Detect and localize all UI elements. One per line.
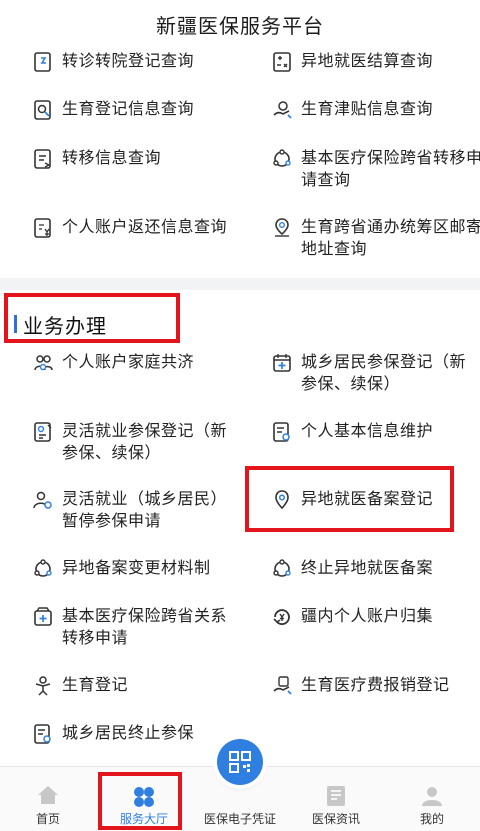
business-item-cross-province-relation[interactable]: 基本医疗保险跨省关系转移申请: [32, 605, 232, 649]
business-item-terminate-enrollment[interactable]: 城乡居民终止参保: [32, 722, 257, 745]
query-item-mailing-address[interactable]: 生育跨省通办统筹区邮寄地址查询: [271, 216, 480, 260]
search-document-icon: [34, 100, 51, 120]
query-item-account-refund[interactable]: 个人账户返还信息查询: [32, 216, 257, 239]
query-item-cross-province-transfer[interactable]: 基本医疗保险跨省转移申请查询: [271, 147, 480, 191]
query-item-remote-settlement[interactable]: 异地就医结算查询: [271, 50, 480, 73]
cycle-arrows-icon: [273, 149, 291, 167]
calculator-icon: [273, 52, 291, 72]
business-item-terminate-filing[interactable]: 终止异地就医备案: [271, 557, 480, 580]
cycle-arrows-icon: [34, 559, 52, 577]
tab-home[interactable]: 首页: [0, 767, 96, 831]
business-item-filing-change[interactable]: 异地备案变更材料制: [32, 557, 257, 580]
query-item-referral[interactable]: 转诊转院登记查询: [32, 50, 257, 73]
user-icon: [422, 787, 442, 806]
highlight-box-service-hall: [98, 772, 182, 830]
document-list-icon: [34, 149, 51, 169]
business-item-birth-expense-claim[interactable]: 生育医疗费报销登记: [271, 674, 480, 697]
document-settings-icon: [273, 422, 290, 442]
family-icon: [34, 355, 53, 371]
document-transfer-icon: [34, 52, 51, 72]
edit-document-icon: [34, 422, 52, 442]
refresh-yuan-icon: [273, 609, 290, 625]
e-voucher-fab[interactable]: [217, 739, 263, 785]
business-item-flexible-enrollment[interactable]: 灵活就业参保登记（新参保、续保）: [32, 420, 232, 464]
baby-icon: [35, 676, 51, 696]
user-settings-icon: [33, 491, 52, 509]
business-item-birth-registration[interactable]: 生育登记: [32, 674, 257, 697]
highlight-box-section: [4, 293, 180, 343]
query-item-birth-registration[interactable]: 生育登记信息查询: [32, 98, 257, 121]
document-yuan-icon: [34, 218, 51, 238]
cycle-arrows-icon: [273, 559, 291, 577]
page-title: 新疆医保服务平台: [156, 14, 324, 38]
business-item-account-consolidation[interactable]: 疆内个人账户归集: [271, 605, 480, 628]
highlight-box-remote-filing: [245, 466, 454, 532]
box-plus-icon: [34, 607, 52, 626]
calendar-plus-icon: [273, 354, 291, 372]
news-icon: [327, 786, 345, 806]
location-pin-icon: [275, 218, 289, 237]
qr-code-icon: [229, 751, 251, 773]
tab-mine[interactable]: 我的: [384, 767, 480, 831]
document-settings-icon: [34, 724, 51, 744]
tab-news[interactable]: 医保资讯: [288, 767, 384, 831]
hand-coin-icon: [273, 676, 292, 695]
query-item-transfer-info[interactable]: 转移信息查询: [32, 147, 257, 170]
home-icon: [38, 786, 58, 804]
business-item-personal-info[interactable]: 个人基本信息维护: [271, 420, 480, 443]
section-divider: [0, 278, 480, 290]
query-item-birth-allowance[interactable]: 生育津贴信息查询: [271, 98, 480, 121]
business-item-family-mutual-aid[interactable]: 个人账户家庭共济: [32, 351, 257, 374]
hand-coin-icon: [273, 101, 292, 119]
business-item-urban-rural-enrollment[interactable]: 城乡居民参保登记（新参保、续保）: [271, 351, 471, 395]
business-item-suspend-enrollment[interactable]: 灵活就业（城乡居民）暂停参保申请: [32, 488, 232, 532]
